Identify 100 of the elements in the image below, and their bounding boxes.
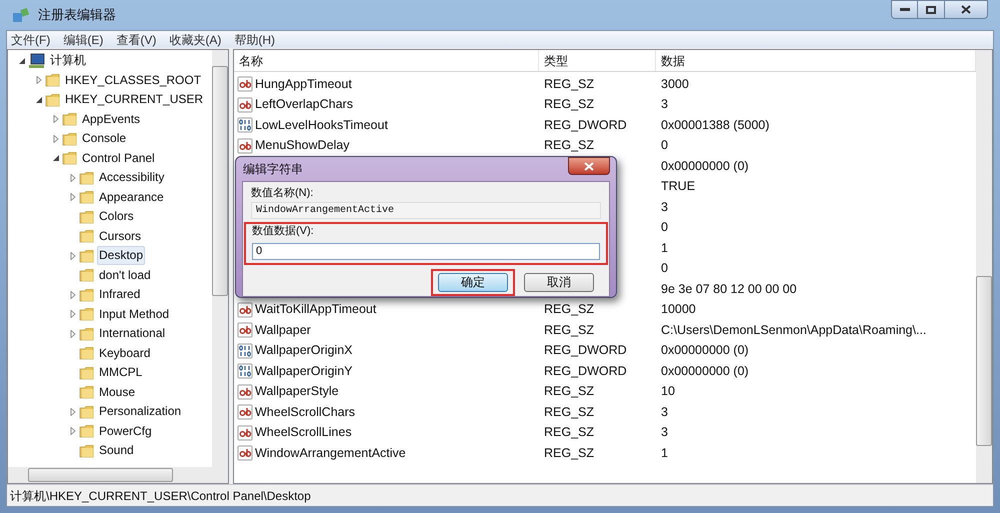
value-name[interactable]: WallpaperOriginX [255, 341, 352, 360]
string-value-icon [237, 96, 253, 113]
tree-item[interactable]: PowerCfg [97, 422, 154, 441]
expand-arrow-icon[interactable] [69, 252, 77, 260]
close-button[interactable] [568, 157, 610, 175]
tree-item[interactable]: Sound [97, 441, 136, 460]
tree-item[interactable]: Personalization [97, 402, 184, 422]
string-value-icon [237, 76, 253, 92]
collapse-arrow-icon[interactable] [52, 154, 60, 162]
close-icon [584, 162, 594, 170]
expand-arrow-icon[interactable] [52, 134, 60, 143]
folder-icon [79, 189, 95, 206]
value-name[interactable]: Wallpaper [255, 320, 311, 340]
value-name[interactable]: WallpaperStyle [255, 382, 339, 402]
vertical-scrollbar[interactable] [976, 50, 992, 483]
folder-icon [45, 72, 61, 88]
folder-icon [79, 208, 95, 225]
expand-arrow-icon[interactable] [69, 408, 77, 416]
string-value-icon [237, 138, 253, 154]
value-name[interactable]: MenuShowDelay [255, 136, 350, 156]
value-type: REG_SZ [544, 384, 594, 398]
tree-item[interactable]: Control Panel [80, 148, 157, 168]
menu-item[interactable]: 帮助(H) [234, 30, 275, 48]
status-path: 计算机\HKEY_CURRENT_USER\Control Panel\Desktop [10, 488, 311, 504]
expand-arrow-icon[interactable] [69, 427, 77, 436]
maximize-button[interactable] [918, 0, 944, 19]
tree-item[interactable]: 计算机 [48, 51, 88, 70]
column-header[interactable]: 类型 [539, 50, 656, 71]
value-name[interactable]: WaitToKillAppTimeout [255, 300, 376, 320]
tree-item[interactable]: Infrared [97, 285, 142, 304]
menu-item[interactable]: 查看(V) [116, 30, 156, 48]
dialog-title: 编辑字符串 [243, 161, 303, 178]
vertical-scrollbar[interactable] [212, 50, 228, 467]
value-name[interactable]: HungAppTimeout [255, 74, 352, 94]
folder-icon [79, 170, 95, 186]
folder-icon [62, 150, 78, 166]
value-type: REG_DWORD [544, 118, 627, 132]
tree-item[interactable]: Colors [97, 207, 136, 226]
folder-icon [79, 423, 95, 440]
expand-arrow-icon[interactable] [69, 174, 77, 182]
tree-item[interactable]: International [97, 324, 168, 344]
menu-item[interactable]: 收藏夹(A) [169, 30, 222, 48]
expand-arrow-icon[interactable] [69, 310, 77, 318]
horizontal-scrollbar[interactable] [8, 467, 228, 483]
value-type: REG_SZ [544, 446, 594, 460]
folder-icon [79, 248, 95, 264]
value-name-field: WindowArrangementActive [251, 202, 601, 219]
close-button[interactable] [944, 0, 988, 19]
field-label: 数值名称(N): [251, 186, 314, 200]
tree-item[interactable]: don't load [97, 266, 153, 285]
folder-icon [79, 286, 95, 303]
value-name[interactable]: WheelScrollLines [255, 423, 352, 442]
minimize-button[interactable] [891, 0, 918, 19]
expand-arrow-icon[interactable] [69, 193, 77, 202]
value-data: 3 [661, 404, 668, 419]
folder-icon [79, 228, 95, 244]
tree-item[interactable]: Input Method [97, 304, 172, 324]
expand-arrow-icon[interactable] [35, 76, 43, 84]
value-data-field[interactable]: 0 [252, 242, 600, 260]
value-data: 1 [661, 240, 668, 255]
value-name[interactable]: LeftOverlapChars [255, 95, 353, 114]
value-data: 9e 3e 07 80 12 00 00 00 [661, 282, 797, 296]
value-name[interactable]: WindowArrangementActive [255, 444, 406, 463]
value-name[interactable]: LowLevelHooksTimeout [255, 116, 388, 135]
expand-arrow-icon[interactable] [52, 115, 60, 124]
value-type: REG_SZ [544, 302, 594, 316]
value-data: 10 [661, 384, 675, 398]
expand-arrow-icon[interactable] [69, 330, 77, 338]
tree-item[interactable]: Cursors [97, 226, 144, 246]
value-name[interactable]: WheelScrollChars [255, 402, 356, 422]
menu-item[interactable]: 编辑(E) [63, 30, 104, 48]
tree-item[interactable]: Accessibility [97, 168, 166, 188]
computer-icon [28, 52, 46, 69]
tree-item[interactable]: HKEY_CURRENT_USER [63, 90, 206, 110]
string-value-icon [237, 445, 253, 462]
menu-item[interactable]: 文件(F) [11, 30, 50, 48]
value-type: REG_SZ [544, 425, 594, 440]
string-value-icon [237, 404, 253, 420]
string-value-icon [237, 384, 253, 400]
value-name[interactable]: WallpaperOriginY [255, 362, 352, 381]
folder-icon [45, 92, 61, 108]
tree-item[interactable]: Keyboard [97, 344, 152, 363]
folder-icon [79, 404, 95, 420]
tree-item[interactable]: Mouse [97, 382, 138, 402]
collapse-arrow-icon[interactable] [18, 56, 26, 65]
tree-item[interactable]: AppEvents [80, 110, 142, 129]
value-data: 3 [661, 425, 668, 440]
column-header[interactable]: 名称 [234, 50, 539, 71]
string-value-icon [237, 302, 253, 318]
tree-item[interactable]: HKEY_CLASSES_ROOT [63, 70, 204, 90]
tree-item[interactable]: MMCPL [97, 363, 144, 382]
tree-item[interactable]: Appearance [97, 188, 166, 207]
value-data: 10000 [661, 302, 696, 316]
value-data: 0x00000000 (0) [661, 364, 749, 378]
collapse-arrow-icon[interactable] [35, 96, 43, 104]
expand-arrow-icon[interactable] [69, 290, 77, 299]
tree-item[interactable]: Desktop [97, 246, 146, 266]
value-data: 3 [661, 200, 668, 214]
dialog-button[interactable]: 确定 [431, 269, 515, 296]
tree-item[interactable]: Console [80, 129, 128, 148]
